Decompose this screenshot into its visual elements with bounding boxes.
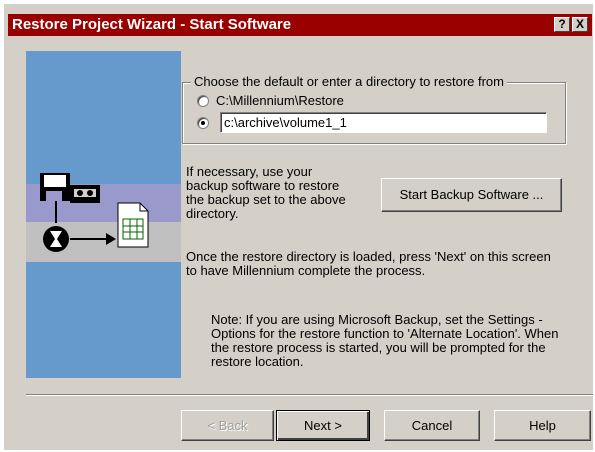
note-line: Note: If you are using Microsoft Backup,… <box>211 312 543 327</box>
document-icon <box>117 202 149 248</box>
cancel-button[interactable]: Cancel <box>384 410 480 441</box>
backup-instructions: If necessary, use your backup software t… <box>186 165 346 221</box>
backup-instruction-line: directory. <box>186 206 239 221</box>
tape-cartridge-icon <box>70 185 100 203</box>
restore-source-legend: Choose the default or enter a directory … <box>191 74 507 89</box>
button-separator <box>26 394 593 396</box>
hourglass-icon <box>43 226 69 252</box>
note-line: the restore process is started, you will… <box>211 340 546 355</box>
next-info-line: Once the restore directory is loaded, pr… <box>186 249 551 264</box>
backup-instruction-line: the backup set to the above <box>186 192 346 207</box>
help-title-button[interactable]: ? <box>554 17 570 32</box>
title-bar[interactable]: Restore Project Wizard - Start Software … <box>8 14 592 36</box>
next-info-text: Once the restore directory is loaded, pr… <box>186 250 551 278</box>
next-info-line: to have Millennium complete the process. <box>186 263 426 278</box>
custom-directory-radio[interactable] <box>197 117 209 129</box>
window-title: Restore Project Wizard - Start Software <box>12 16 292 33</box>
back-button[interactable]: < Back <box>181 410 274 441</box>
backup-instruction-line: If necessary, use your <box>186 164 313 179</box>
backup-note-text: Note: If you are using Microsoft Backup,… <box>211 313 559 369</box>
help-button[interactable]: Help <box>494 410 591 441</box>
note-line: Options for the restore function to 'Alt… <box>211 326 559 341</box>
note-line: restore location. <box>211 354 304 369</box>
restore-directory-input[interactable] <box>220 112 547 133</box>
floppy-disk-icon <box>40 173 70 201</box>
radio-selected-dot <box>201 121 205 125</box>
default-directory-radio[interactable] <box>197 95 209 107</box>
restore-source-group: Choose the default or enter a directory … <box>182 74 566 144</box>
close-button[interactable]: X <box>572 17 588 32</box>
start-backup-software-button[interactable]: Start Backup Software ... <box>381 178 562 212</box>
backup-instruction-line: backup software to restore <box>186 178 340 193</box>
default-directory-label[interactable]: C:\Millennium\Restore <box>216 93 344 108</box>
wizard-illustration <box>26 51 181 378</box>
next-button[interactable]: Next > <box>276 410 370 441</box>
